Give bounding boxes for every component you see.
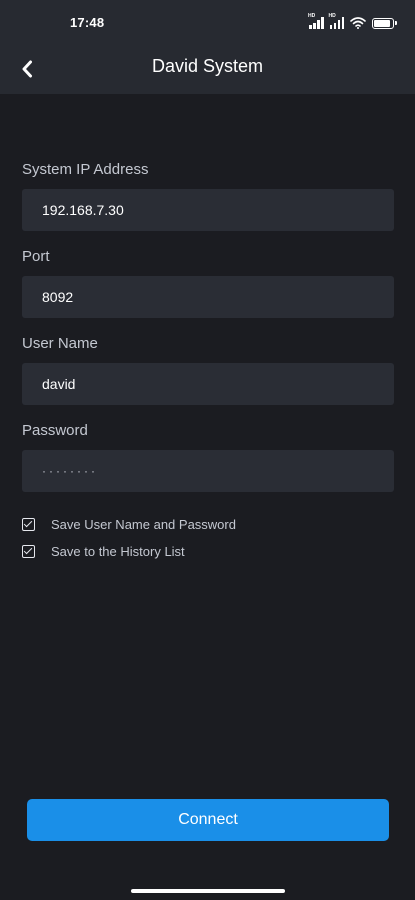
save-history-checkbox-row[interactable]: Save to the History List xyxy=(22,542,236,560)
save-history-label: Save to the History List xyxy=(51,543,185,559)
page-title: David System xyxy=(151,56,264,76)
port-label: Port xyxy=(22,248,50,265)
password-field-group: Password xyxy=(22,422,394,492)
wifi-icon xyxy=(350,17,366,29)
hd-badge: HD xyxy=(308,13,316,19)
save-credentials-label: Save User Name and Password xyxy=(51,516,236,532)
hd-badge: HD xyxy=(328,13,336,19)
status-bar: 17:48 HD HD xyxy=(0,0,415,48)
save-history-checkbox[interactable] xyxy=(22,544,35,558)
app-bar: David System xyxy=(0,48,415,94)
options: Save User Name and Password Save to the … xyxy=(22,515,236,569)
status-time: 17:48 xyxy=(70,15,105,30)
signal-icon: HD xyxy=(308,13,324,29)
ip-label: System IP Address xyxy=(22,161,149,178)
home-indicator[interactable] xyxy=(131,889,285,893)
username-field-group: User Name xyxy=(22,335,394,405)
connection-form: System IP Address Port User Name Passwor… xyxy=(22,161,394,492)
save-credentials-checkbox-row[interactable]: Save User Name and Password xyxy=(22,515,236,533)
connect-button[interactable]: Connect xyxy=(27,799,389,841)
ip-field-group: System IP Address xyxy=(22,161,394,231)
username-input[interactable] xyxy=(22,363,394,405)
ip-input[interactable] xyxy=(22,189,394,231)
password-input[interactable] xyxy=(22,450,394,492)
username-label: User Name xyxy=(22,335,98,352)
save-credentials-checkbox[interactable] xyxy=(22,517,35,531)
port-field-group: Port xyxy=(22,248,394,318)
port-input[interactable] xyxy=(22,276,394,318)
battery-icon xyxy=(372,17,397,29)
status-icons: HD HD xyxy=(308,13,397,31)
signal-icon: HD xyxy=(329,13,344,29)
password-label: Password xyxy=(22,422,88,439)
